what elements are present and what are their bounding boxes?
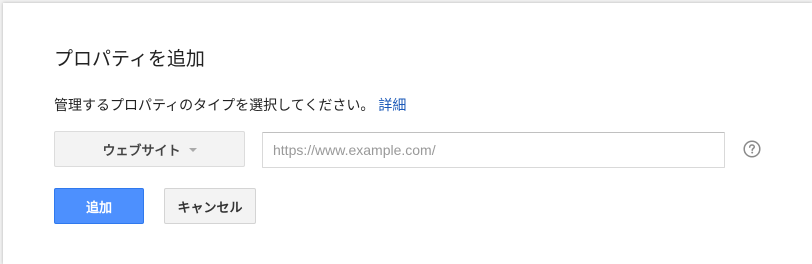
description-text: 管理するプロパティのタイプを選択してください。 <box>54 98 375 114</box>
add-property-dialog: プロパティを追加 管理するプロパティのタイプを選択してください。 詳細 ウェブサイ… <box>3 3 812 264</box>
cancel-button[interactable]: キャンセル <box>164 188 256 224</box>
chevron-down-icon <box>188 147 197 152</box>
property-type-selected: ウェブサイト <box>102 143 181 159</box>
help-circle-icon[interactable] <box>743 140 761 158</box>
property-type-dropdown[interactable]: ウェブサイト <box>54 131 245 167</box>
details-link[interactable]: 詳細 <box>378 98 406 114</box>
add-button[interactable]: 追加 <box>54 188 144 224</box>
dialog-title: プロパティを追加 <box>54 48 205 70</box>
dialog-description: 管理するプロパティのタイプを選択してください。 詳細 <box>54 95 406 115</box>
url-input[interactable] <box>262 132 725 168</box>
